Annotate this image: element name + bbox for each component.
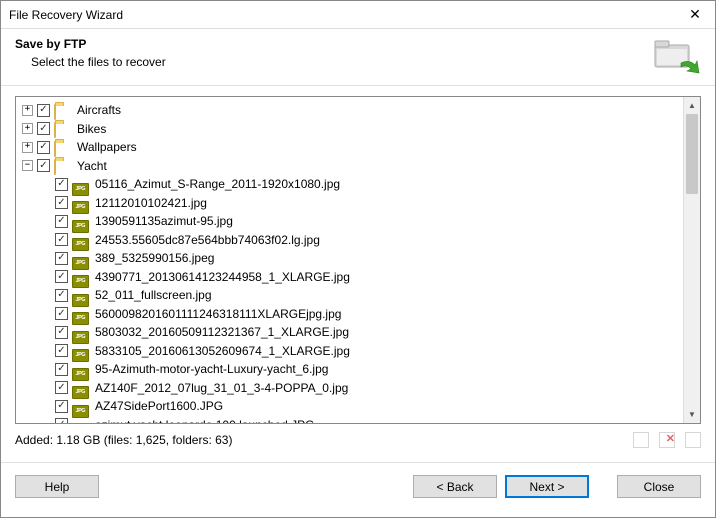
jpg-icon xyxy=(72,405,89,418)
expander-icon[interactable]: − xyxy=(22,160,33,171)
expander-icon[interactable]: + xyxy=(22,105,33,116)
checkbox[interactable] xyxy=(37,159,50,172)
window-title: File Recovery Wizard xyxy=(9,8,675,22)
close-button[interactable]: Close xyxy=(617,475,701,498)
jpg-icon xyxy=(72,257,89,270)
file-name: AZ140F_2012_07lug_31_01_3-4-POPPA_0.jpg xyxy=(94,379,348,398)
file-tree[interactable]: + Aircrafts + Bikes + Wallpapers − Yacht05116_A… xyxy=(16,97,683,423)
checkbox[interactable] xyxy=(37,122,50,135)
file-row[interactable]: 5803032_20160509112321367_1_XLARGE.jpg xyxy=(22,323,683,342)
folder-name: Bikes xyxy=(76,120,106,139)
checkbox[interactable] xyxy=(55,252,68,265)
checkbox[interactable] xyxy=(55,344,68,357)
file-name: 5833105_20160613052609674_1_XLARGE.jpg xyxy=(94,342,350,361)
folder-row[interactable]: + Aircrafts xyxy=(22,101,683,120)
help-button[interactable]: Help xyxy=(15,475,99,498)
file-tree-panel: + Aircrafts + Bikes + Wallpapers − Yacht05116_A… xyxy=(15,96,701,424)
file-name: 389_5325990156.jpeg xyxy=(94,249,214,268)
title-bar: File Recovery Wizard ✕ xyxy=(1,1,715,29)
checkbox[interactable] xyxy=(55,326,68,339)
jpg-icon xyxy=(72,201,89,214)
file-name: 05116_Azimut_S-Range_2011-1920x1080.jpg xyxy=(94,175,340,194)
folder-name: Aircrafts xyxy=(76,101,121,120)
jpg-icon xyxy=(72,386,89,399)
scroll-up-icon[interactable]: ▲ xyxy=(684,97,700,114)
checkbox[interactable] xyxy=(55,363,68,376)
checkbox[interactable] xyxy=(55,233,68,246)
jpg-icon xyxy=(72,331,89,344)
status-text: Added: 1.18 GB (files: 1,625, folders: 6… xyxy=(15,433,633,447)
checkbox[interactable] xyxy=(55,418,68,423)
checkbox[interactable] xyxy=(37,104,50,117)
file-row[interactable]: 52_011_fullscreen.jpg xyxy=(22,286,683,305)
file-row[interactable]: 24553.55605dc87e564bbb74063f02.lg.jpg xyxy=(22,231,683,250)
checkbox[interactable] xyxy=(37,141,50,154)
checkbox[interactable] xyxy=(55,289,68,302)
expander-icon[interactable]: + xyxy=(22,123,33,134)
checkbox[interactable] xyxy=(55,307,68,320)
file-name: azimut yacht leonardo 100 launched.JPG xyxy=(94,416,314,424)
file-name: 4390771_20130614123244958_1_XLARGE.jpg xyxy=(94,268,350,287)
checkbox[interactable] xyxy=(55,178,68,191)
checkbox[interactable] xyxy=(55,196,68,209)
file-row[interactable]: 95-Azimuth-motor-yacht-Luxury-yacht_6.jp… xyxy=(22,360,683,379)
close-icon[interactable]: ✕ xyxy=(675,1,715,29)
folder-row[interactable]: + Bikes xyxy=(22,120,683,139)
status-icon-generic[interactable] xyxy=(633,432,649,448)
file-name: 24553.55605dc87e564bbb74063f02.lg.jpg xyxy=(94,231,320,250)
file-name: AZ47SidePort1600.JPG xyxy=(94,397,223,416)
jpg-icon xyxy=(72,238,89,251)
file-name: 1390591135azimut-95.jpg xyxy=(94,212,233,231)
jpg-icon xyxy=(72,349,89,362)
file-row[interactable]: 4390771_20130614123244958_1_XLARGE.jpg xyxy=(22,268,683,287)
folder-icon xyxy=(54,104,56,120)
checkbox[interactable] xyxy=(55,400,68,413)
folder-name: Yacht xyxy=(76,157,107,176)
scroll-thumb[interactable] xyxy=(686,114,698,194)
file-row[interactable]: 5600098201601111246318111XLARGEjpg.jpg xyxy=(22,305,683,324)
file-row[interactable]: 1390591135azimut-95.jpg xyxy=(22,212,683,231)
folder-icon xyxy=(54,159,56,175)
file-row[interactable]: 05116_Azimut_S-Range_2011-1920x1080.jpg xyxy=(22,175,683,194)
folder-icon xyxy=(54,122,56,138)
jpg-icon xyxy=(72,275,89,288)
page-title: Save by FTP xyxy=(15,37,651,51)
file-name: 52_011_fullscreen.jpg xyxy=(94,286,212,305)
jpg-icon xyxy=(72,220,89,233)
folder-row[interactable]: + Wallpapers xyxy=(22,138,683,157)
wizard-header: Save by FTP Select the files to recover xyxy=(1,29,715,85)
jpg-icon xyxy=(72,183,89,196)
file-row[interactable]: 12112010102421.jpg xyxy=(22,194,683,213)
file-name: 12112010102421.jpg xyxy=(94,194,207,213)
jpg-icon xyxy=(72,368,89,381)
next-button[interactable]: Next > xyxy=(505,475,589,498)
file-row[interactable]: azimut yacht leonardo 100 launched.JPG xyxy=(22,416,683,424)
status-bar: Added: 1.18 GB (files: 1,625, folders: 6… xyxy=(15,430,701,450)
page-subtitle: Select the files to recover xyxy=(15,55,651,69)
status-icon-remove[interactable] xyxy=(659,432,675,448)
checkbox[interactable] xyxy=(55,381,68,394)
ftp-folder-icon xyxy=(651,35,701,75)
jpg-icon xyxy=(72,294,89,307)
file-row[interactable]: AZ140F_2012_07lug_31_01_3-4-POPPA_0.jpg xyxy=(22,379,683,398)
back-button[interactable]: < Back xyxy=(413,475,497,498)
file-row[interactable]: 389_5325990156.jpeg xyxy=(22,249,683,268)
file-name: 95-Azimuth-motor-yacht-Luxury-yacht_6.jp… xyxy=(94,360,328,379)
file-name: 5600098201601111246318111XLARGEjpg.jpg xyxy=(94,305,341,324)
wizard-footer: Help < Back Next > Close xyxy=(1,463,715,510)
status-icon-list[interactable] xyxy=(685,432,701,448)
folder-icon xyxy=(54,141,56,157)
checkbox[interactable] xyxy=(55,270,68,283)
vertical-scrollbar[interactable]: ▲ ▼ xyxy=(683,97,700,423)
checkbox[interactable] xyxy=(55,215,68,228)
folder-row[interactable]: − Yacht xyxy=(22,157,683,176)
scroll-down-icon[interactable]: ▼ xyxy=(684,406,700,423)
file-row[interactable]: AZ47SidePort1600.JPG xyxy=(22,397,683,416)
jpg-icon xyxy=(72,312,89,325)
file-name: 5803032_20160509112321367_1_XLARGE.jpg xyxy=(94,323,349,342)
folder-name: Wallpapers xyxy=(76,138,137,157)
file-row[interactable]: 5833105_20160613052609674_1_XLARGE.jpg xyxy=(22,342,683,361)
expander-icon[interactable]: + xyxy=(22,142,33,153)
